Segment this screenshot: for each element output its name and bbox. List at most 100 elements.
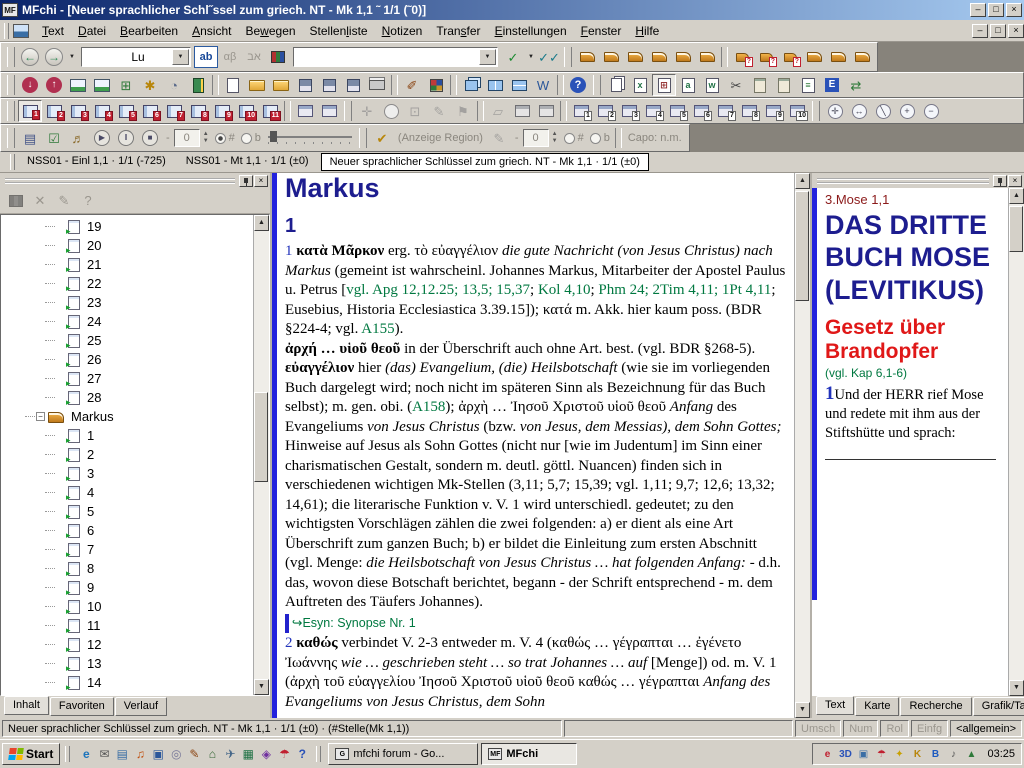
tray-power-icon[interactable]: ▲ bbox=[963, 746, 979, 762]
book-add-button[interactable]: ? bbox=[754, 46, 778, 68]
capo-spin[interactable]: ▲ ▼ bbox=[549, 127, 561, 149]
menu-item[interactable]: Einstellungen bbox=[488, 21, 574, 41]
edit-button[interactable]: ✎ bbox=[52, 190, 76, 212]
scrollbar-thumb[interactable] bbox=[1009, 206, 1023, 252]
task-button[interactable]: G mfchi forum - Go... bbox=[328, 743, 478, 765]
transpose-label[interactable]: - bbox=[162, 127, 174, 149]
menu-item[interactable]: Fenster bbox=[574, 21, 629, 41]
window-icon[interactable]: ▣ bbox=[149, 744, 167, 764]
mdi-close-button[interactable]: × bbox=[1008, 24, 1024, 38]
tray-bluetooth-icon[interactable]: B bbox=[927, 746, 943, 762]
tree-item[interactable]: 10 bbox=[1, 597, 253, 616]
toolbar-button[interactable] bbox=[391, 75, 398, 95]
delete-button[interactable]: ✕ bbox=[28, 190, 52, 212]
transpose-field[interactable]: 0 bbox=[174, 129, 200, 147]
umbrella-icon[interactable]: ☂ bbox=[275, 744, 293, 764]
taskbutton-grip[interactable] bbox=[316, 746, 321, 762]
table-1-button[interactable]: 1 bbox=[569, 100, 593, 122]
export-table-button[interactable]: ⊞ bbox=[652, 74, 676, 96]
toolbar-button[interactable] bbox=[615, 128, 622, 148]
scroll-up-icon[interactable]: ▲ bbox=[795, 173, 810, 189]
region-5-button[interactable]: 5 bbox=[114, 100, 138, 122]
ie-icon[interactable]: e bbox=[77, 744, 95, 764]
table-check-button[interactable] bbox=[510, 100, 534, 122]
books-button[interactable] bbox=[266, 46, 290, 68]
save-button[interactable] bbox=[293, 74, 317, 96]
region-11-button[interactable]: 11 bbox=[258, 100, 282, 122]
region-check-button[interactable] bbox=[317, 100, 341, 122]
greek-text-button[interactable]: αβ bbox=[218, 46, 242, 68]
help-button[interactable]: ? bbox=[566, 74, 590, 96]
music-notes-button[interactable]: ♬ bbox=[66, 127, 90, 149]
notes-document-button[interactable]: ▤ bbox=[18, 127, 42, 149]
go-all-button[interactable]: ✓✓ bbox=[537, 46, 561, 68]
scroll-down-icon[interactable]: ▼ bbox=[254, 679, 269, 695]
tree-scrollbar[interactable]: ▲ ▼ bbox=[253, 215, 269, 695]
tray-3d-icon[interactable]: 3D bbox=[837, 746, 853, 762]
menu-item[interactable]: Stellenliste bbox=[303, 21, 375, 41]
document-tab[interactable]: Neuer sprachlicher Schlüssel zum griech.… bbox=[321, 153, 649, 171]
cut-button[interactable]: ✂ bbox=[724, 74, 748, 96]
capo-minus-label[interactable]: - bbox=[511, 127, 523, 149]
tree-item[interactable]: 13 bbox=[1, 654, 253, 673]
menu-item[interactable]: Text bbox=[35, 21, 71, 41]
panel-tab[interactable]: Favoriten bbox=[50, 697, 114, 716]
toolbar-button[interactable] bbox=[7, 128, 15, 148]
checklist-button[interactable]: ☑ bbox=[42, 127, 66, 149]
toolbar-button[interactable] bbox=[477, 101, 484, 121]
region-6-button[interactable]: 6 bbox=[138, 100, 162, 122]
toolbar-button[interactable] bbox=[812, 101, 820, 121]
folder-window-button[interactable] bbox=[269, 74, 293, 96]
book-slot-6-button[interactable] bbox=[695, 46, 719, 68]
scroll-up-icon[interactable]: ▲ bbox=[254, 215, 269, 231]
toolbar-button[interactable] bbox=[557, 75, 564, 95]
panel-tab[interactable]: Recherche bbox=[900, 697, 971, 716]
toolbar-button[interactable] bbox=[359, 128, 367, 148]
tray-antivirus-icon[interactable]: ☂ bbox=[873, 746, 889, 762]
forward-button[interactable]: → bbox=[42, 46, 66, 68]
flag-button[interactable]: ⚑ bbox=[451, 100, 475, 122]
structure-button[interactable]: ⊞ bbox=[114, 74, 138, 96]
tray-network-icon[interactable]: ▣ bbox=[855, 746, 871, 762]
cd-icon[interactable]: ◎ bbox=[167, 744, 185, 764]
quicklaunch-grip[interactable] bbox=[65, 746, 70, 762]
menu-item[interactable]: Hilfe bbox=[628, 21, 666, 41]
toolbar-button[interactable] bbox=[7, 75, 15, 95]
tree-item[interactable]: 20 bbox=[1, 236, 253, 255]
book-slot-7-button[interactable] bbox=[802, 46, 826, 68]
book-slot-1-button[interactable] bbox=[575, 46, 599, 68]
go-button[interactable]: ✓ bbox=[501, 46, 525, 68]
magnifier-button[interactable] bbox=[379, 100, 403, 122]
region-export-button[interactable] bbox=[293, 100, 317, 122]
export-text-button[interactable]: a bbox=[676, 74, 700, 96]
edit-icon[interactable]: ✎ bbox=[185, 744, 203, 764]
back-button[interactable]: ← bbox=[18, 46, 42, 68]
tree-item[interactable]: 22 bbox=[1, 274, 253, 293]
table-7-button[interactable]: 7 bbox=[713, 100, 737, 122]
book-swap-button[interactable]: ? bbox=[778, 46, 802, 68]
menu-item[interactable]: Bewegen bbox=[238, 21, 302, 41]
region-10-button[interactable]: 10 bbox=[234, 100, 258, 122]
tray-key-icon[interactable]: ✦ bbox=[891, 746, 907, 762]
menu-item[interactable]: Notizen bbox=[375, 21, 430, 41]
tree-item[interactable]: − Markus bbox=[1, 407, 253, 426]
mdi-restore-button[interactable]: □ bbox=[990, 24, 1006, 38]
scroll-up-icon[interactable]: ▲ bbox=[1009, 188, 1024, 204]
flat-radio[interactable]: b bbox=[238, 127, 264, 149]
tree-item[interactable]: 21 bbox=[1, 255, 253, 274]
person-picture-button[interactable] bbox=[90, 74, 114, 96]
table-8-button[interactable]: 8 bbox=[737, 100, 761, 122]
toolbar-button[interactable] bbox=[593, 75, 601, 95]
book-slot-3-button[interactable] bbox=[623, 46, 647, 68]
pause-button[interactable]: ‖ bbox=[114, 127, 138, 149]
capo-label[interactable]: Capo: n.m. bbox=[624, 127, 686, 149]
import-button[interactable]: ↓ bbox=[18, 74, 42, 96]
book-slot-2-button[interactable] bbox=[599, 46, 623, 68]
region-4-button[interactable]: 4 bbox=[90, 100, 114, 122]
tree-item[interactable]: 14 bbox=[1, 673, 253, 692]
tree-item[interactable]: 26 bbox=[1, 350, 253, 369]
toolbar-button[interactable] bbox=[721, 47, 728, 67]
write-chords-button[interactable]: ✎ bbox=[487, 127, 511, 149]
mdi-minimize-button[interactable]: – bbox=[972, 24, 988, 38]
book-slot-9-button[interactable] bbox=[850, 46, 874, 68]
